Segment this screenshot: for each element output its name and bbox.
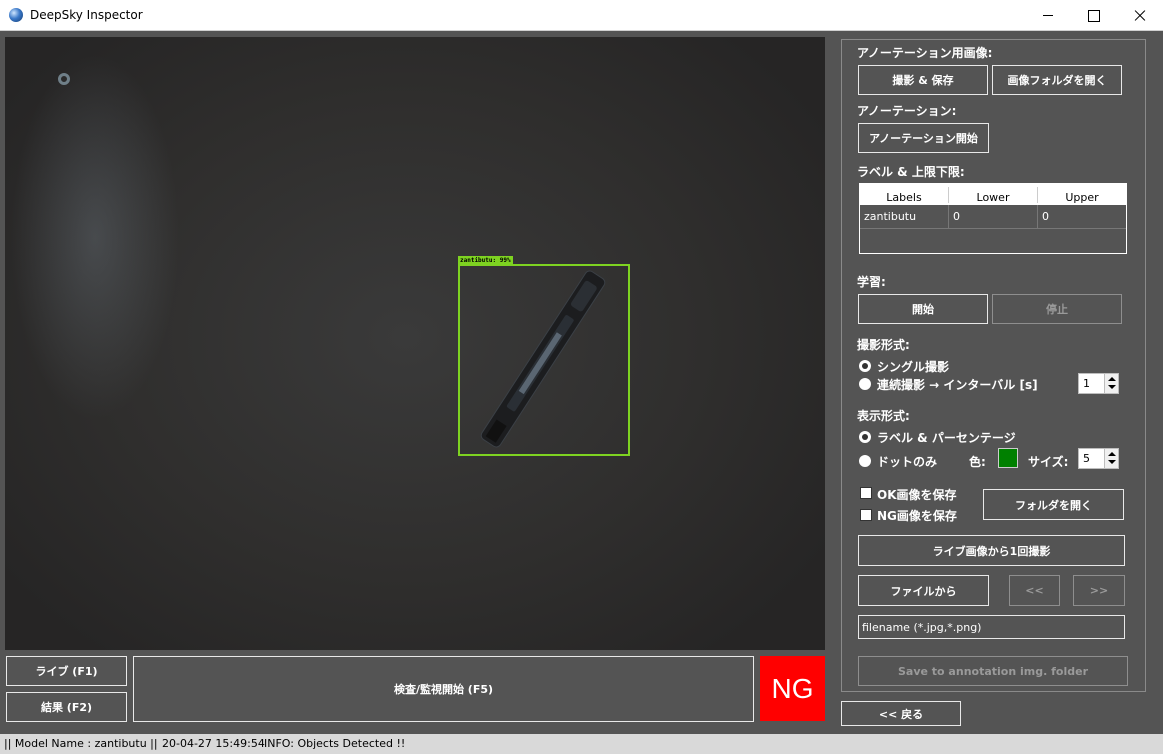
training-label: 学習: bbox=[857, 275, 886, 289]
detection-bounding-box bbox=[458, 264, 630, 456]
annotation-images-label: アノーテーション用画像: bbox=[857, 46, 993, 60]
color-label: 色: bbox=[969, 455, 986, 469]
results-button[interactable]: 結果 (F2) bbox=[6, 692, 127, 722]
cell-upper[interactable]: 0 bbox=[1038, 205, 1126, 228]
start-inspection-button[interactable]: 検査/監視開始 (F5) bbox=[133, 656, 754, 722]
save-ng-label: NG画像を保存 bbox=[877, 509, 957, 523]
status-info: INFO: Objects Detected !! bbox=[264, 737, 406, 750]
next-image-button[interactable]: >> bbox=[1073, 575, 1125, 606]
minimize-button[interactable] bbox=[1025, 0, 1071, 31]
size-spin-buttons[interactable] bbox=[1104, 449, 1118, 468]
size-value: 5 bbox=[1083, 452, 1090, 465]
close-button[interactable] bbox=[1117, 0, 1163, 31]
cell-lower[interactable]: 0 bbox=[949, 205, 1037, 228]
continuous-capture-label: 連続撮影 → インターバル [s] bbox=[877, 378, 1038, 392]
live-button[interactable]: ライブ (F1) bbox=[6, 656, 127, 686]
detected-object-cutter-knife bbox=[480, 270, 606, 448]
save-ok-checkbox[interactable] bbox=[860, 487, 872, 499]
open-image-folder-button[interactable]: 画像フォルダを開く bbox=[992, 65, 1122, 95]
capture-once-from-live-button[interactable]: ライブ画像から1回撮影 bbox=[858, 535, 1125, 566]
display-mode-label: 表示形式: bbox=[857, 409, 910, 423]
label-percentage-radio[interactable] bbox=[859, 431, 871, 443]
back-button[interactable]: << 戻る bbox=[841, 701, 961, 726]
column-header-lower[interactable]: Lower bbox=[949, 184, 1037, 205]
open-folder-button[interactable]: フォルダを開く bbox=[983, 489, 1124, 520]
filename-input[interactable]: filename (*.jpg,*.png) bbox=[858, 615, 1125, 639]
save-to-annotation-folder-button[interactable]: Save to annotation img. folder bbox=[858, 656, 1128, 686]
label-limits-table[interactable]: Labels Lower Upper zantibutu 0 0 bbox=[859, 183, 1127, 254]
column-header-upper[interactable]: Upper bbox=[1038, 184, 1126, 205]
annotation-start-button[interactable]: アノーテーション開始 bbox=[858, 123, 989, 153]
continuous-capture-radio[interactable] bbox=[859, 378, 871, 390]
spin-up-icon[interactable] bbox=[1108, 377, 1116, 381]
status-timestamp: 20-04-27 15:49:54 bbox=[162, 737, 265, 750]
cell-label[interactable]: zantibutu bbox=[860, 205, 948, 228]
interval-stepper[interactable]: 1 bbox=[1078, 373, 1119, 394]
save-ok-label: OK画像を保存 bbox=[877, 488, 957, 502]
dot-size-stepper[interactable]: 5 bbox=[1078, 448, 1119, 469]
verdict-badge: NG bbox=[760, 656, 825, 721]
column-header-labels[interactable]: Labels bbox=[860, 184, 948, 205]
load-from-file-button[interactable]: ファイルから bbox=[858, 575, 989, 606]
detection-label: zantibutu: 99% bbox=[458, 256, 513, 265]
single-capture-radio[interactable] bbox=[859, 360, 871, 372]
label-percentage-label: ラベル & パーセンテージ bbox=[877, 431, 1016, 445]
interval-value: 1 bbox=[1083, 377, 1090, 390]
spin-down-icon[interactable] bbox=[1108, 460, 1116, 464]
spin-down-icon[interactable] bbox=[1108, 385, 1116, 389]
interval-spin-buttons[interactable] bbox=[1104, 374, 1118, 393]
previous-image-button[interactable]: << bbox=[1009, 575, 1060, 606]
training-start-button[interactable]: 開始 bbox=[858, 294, 988, 324]
size-label: サイズ: bbox=[1028, 455, 1069, 469]
window-title: DeepSky Inspector bbox=[30, 8, 143, 22]
dot-only-radio[interactable] bbox=[859, 455, 871, 467]
save-ng-checkbox[interactable] bbox=[860, 509, 872, 521]
status-bar: || Model Name : zantibutu || 20-04-27 15… bbox=[0, 734, 1163, 754]
dot-color-swatch[interactable] bbox=[998, 448, 1018, 468]
app-globe-icon bbox=[9, 8, 23, 22]
spin-up-icon[interactable] bbox=[1108, 452, 1116, 456]
status-model-name: || Model Name : zantibutu || bbox=[4, 737, 158, 750]
annotation-label: アノーテーション: bbox=[857, 104, 957, 118]
training-stop-button[interactable]: 停止 bbox=[992, 294, 1122, 324]
table-row[interactable]: zantibutu 0 0 bbox=[860, 205, 1126, 229]
capture-save-button[interactable]: 撮影 & 保存 bbox=[858, 65, 988, 95]
single-capture-label: シングル撮影 bbox=[877, 360, 950, 374]
label-limits-label: ラベル & 上限下限: bbox=[857, 165, 965, 179]
table-header: Labels Lower Upper bbox=[860, 184, 1126, 205]
capture-mode-label: 撮影形式: bbox=[857, 338, 910, 352]
maximize-button[interactable] bbox=[1071, 0, 1117, 31]
camera-view: zantibutu: 99% bbox=[5, 37, 825, 650]
dot-only-label: ドットのみ bbox=[877, 455, 938, 469]
title-bar: DeepSky Inspector bbox=[0, 0, 1163, 31]
